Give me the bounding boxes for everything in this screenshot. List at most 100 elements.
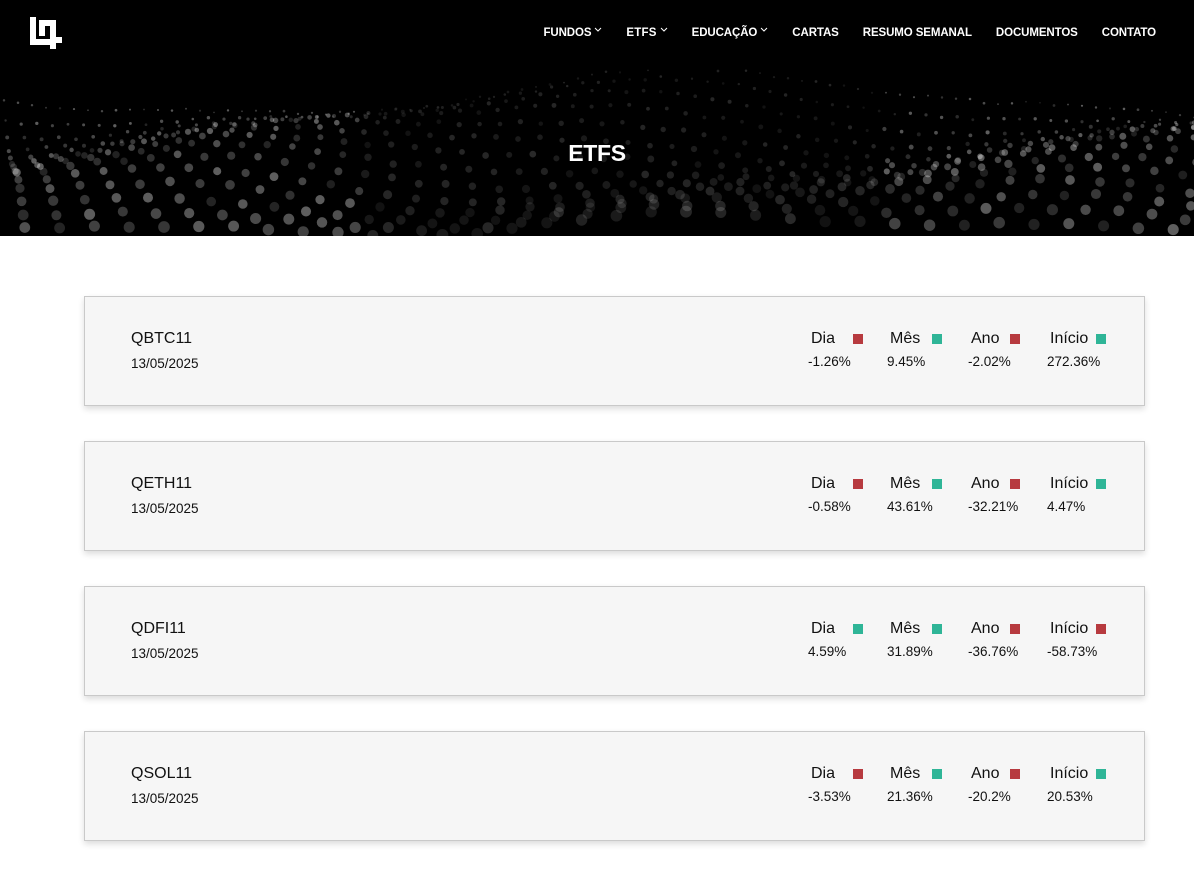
particle-dot [620,120,625,125]
particle-dot [293,118,299,124]
nav-resumo-semanal[interactable]: RESUMO SEMANAL [863,27,972,39]
particle-dot [471,133,477,139]
particle-dot [901,193,912,203]
particle-dot [1059,190,1070,201]
particle-dot [54,222,66,234]
particle-dot [683,111,688,116]
particle-dot [416,225,428,236]
trend-up-square-icon [932,334,942,344]
trend-down-square-icon [1010,479,1020,489]
brand-logo[interactable] [30,17,62,49]
metric-dia-value: -1.26% [808,354,851,369]
particle-dot [955,114,959,119]
particle-dot [383,130,389,136]
particle-dot [468,182,477,190]
metric-ano-label: Ano [971,330,1000,347]
nav-cartas[interactable]: CARTAS [792,27,839,39]
particle-dot [269,201,280,212]
particle-dot [980,202,992,214]
particle-dot [643,78,647,82]
particle-dot [1065,175,1075,185]
particle-dot [548,83,552,86]
particle-dot [1116,126,1120,131]
particle-dot [796,115,801,119]
particle-dot [1039,101,1041,104]
nav-fundos[interactable]: FUNDOS [543,27,602,39]
particle-dot [717,174,725,181]
nav-contato[interactable]: CONTATO [1102,27,1156,39]
particle-dot [877,109,881,113]
particle-dot [315,194,325,205]
particle-dot [1122,107,1126,111]
particle-dot [15,183,25,193]
particle-dot [1033,117,1037,121]
particle-dot [759,72,761,75]
particle-dot [237,199,248,209]
particle-dot [951,131,955,135]
particle-dot [893,112,897,116]
particle-dot [993,216,1005,229]
particle-dot [138,134,143,140]
metric-inicio-label: Início [1050,330,1089,347]
particle-dot [721,115,726,120]
particle-dot [184,128,192,135]
particle-dot [175,120,179,124]
particle-dot [465,207,475,218]
metric-ano-value: -20.2% [968,789,1011,804]
metric-mes-label: Mês [890,330,921,347]
etf-card-qbtc11[interactable]: QBTC11 13/05/2025 Dia -1.26% Mês 9.45% A… [84,296,1145,406]
particle-dot [680,127,687,133]
particle-dot [409,109,413,113]
particle-dot [427,132,433,139]
particle-dot [174,193,185,204]
etf-card-qdfi11[interactable]: QDFI11 13/05/2025 Dia 4.59% Mês 31.89% A… [84,586,1145,696]
particle-dot [1072,128,1076,132]
particle-dot [809,185,818,194]
particle-dot [517,118,524,125]
particle-dot [298,177,307,186]
particle-dot [1080,104,1084,107]
trend-down-square-icon [853,479,863,489]
particle-dot [70,168,80,178]
particle-dot [282,109,286,113]
particle-dot [366,111,371,116]
particle-dot [846,105,850,109]
particle-dot [285,190,295,200]
particle-dot [1179,214,1191,226]
nav-fundos-label: FUNDOS [543,27,592,39]
etf-card-qeth11[interactable]: QETH11 13/05/2025 Dia -0.58% Mês 43.61% … [84,441,1145,551]
particle-dot [388,173,396,182]
particle-dot [837,182,847,192]
particle-dot [1143,120,1146,124]
particle-dot [1059,135,1064,140]
particle-dot [375,120,380,125]
particle-dot [1002,117,1006,121]
particle-dot [1088,124,1093,129]
particle-dot [143,108,145,111]
particle-dot [847,125,853,130]
nav-educacao[interactable]: EDUCAÇÃO [692,27,769,39]
particle-dot [534,90,538,93]
particle-dot [79,194,90,205]
particle-dot [982,101,986,105]
particle-dot [344,112,350,118]
particle-dot [724,182,733,191]
particle-dot [838,196,849,208]
particle-dot [495,205,505,215]
etf-card-qsol11[interactable]: QSOL11 13/05/2025 Dia -3.53% Mês 21.36% … [84,731,1145,841]
particle-dot [591,73,593,76]
particle-dot [51,210,62,221]
trend-up-square-icon [1096,769,1106,779]
trend-up-square-icon [853,624,863,634]
nav-etfs[interactable]: ETFS [626,27,667,39]
particle-dot [1095,177,1105,187]
nav-documentos[interactable]: DOCUMENTOS [996,27,1078,39]
trend-down-square-icon [1010,624,1020,634]
particle-dot [721,82,725,85]
particle-dot [812,170,820,177]
metric-inicio-label: Início [1050,620,1089,637]
particle-dot [541,217,553,229]
particle-dot [19,122,23,126]
particle-dot [198,109,202,112]
particle-dot [288,117,294,123]
